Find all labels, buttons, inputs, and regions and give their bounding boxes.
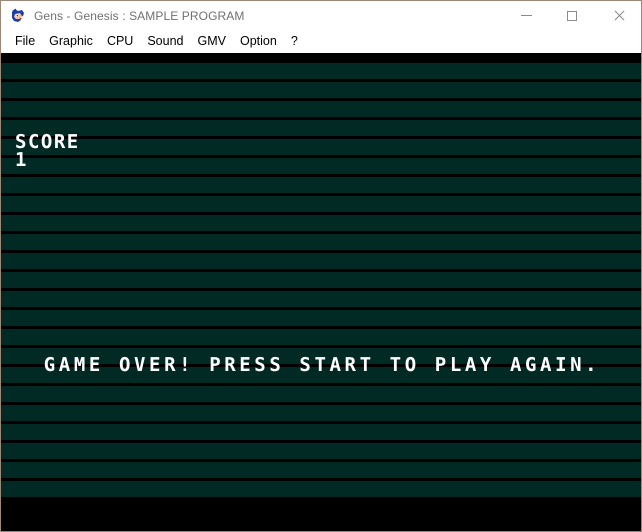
sonic-app-icon [10, 8, 26, 24]
game-viewport[interactable]: SCORE 1 GAME OVER! PRESS START TO PLAY A… [1, 53, 641, 531]
maximize-button[interactable] [549, 1, 595, 30]
brick-grid-background [1, 63, 641, 500]
screen-bottom-border [1, 500, 641, 531]
close-icon [613, 10, 624, 21]
score-value: 1 [15, 149, 28, 171]
maximize-icon [567, 10, 577, 21]
menu-item-gmv[interactable]: GMV [191, 32, 233, 51]
menu-item-help[interactable]: ? [284, 32, 305, 51]
window-controls [503, 1, 641, 30]
minimize-button[interactable] [503, 1, 549, 30]
game-over-message: GAME OVER! PRESS START TO PLAY AGAIN. [43, 354, 601, 376]
emulator-window: Gens - Genesis : SAMPLE PROGRAM File Gra… [0, 0, 642, 532]
menu-item-graphic[interactable]: Graphic [42, 32, 100, 51]
menu-item-file[interactable]: File [8, 32, 42, 51]
menu-item-sound[interactable]: Sound [140, 32, 190, 51]
menu-item-option[interactable]: Option [233, 32, 284, 51]
title-bar[interactable]: Gens - Genesis : SAMPLE PROGRAM [1, 1, 641, 30]
window-title: Gens - Genesis : SAMPLE PROGRAM [34, 8, 245, 23]
menu-item-cpu[interactable]: CPU [100, 32, 140, 51]
menu-bar: File Graphic CPU Sound GMV Option ? [1, 30, 641, 53]
close-button[interactable] [595, 1, 641, 30]
minimize-icon [520, 15, 532, 16]
